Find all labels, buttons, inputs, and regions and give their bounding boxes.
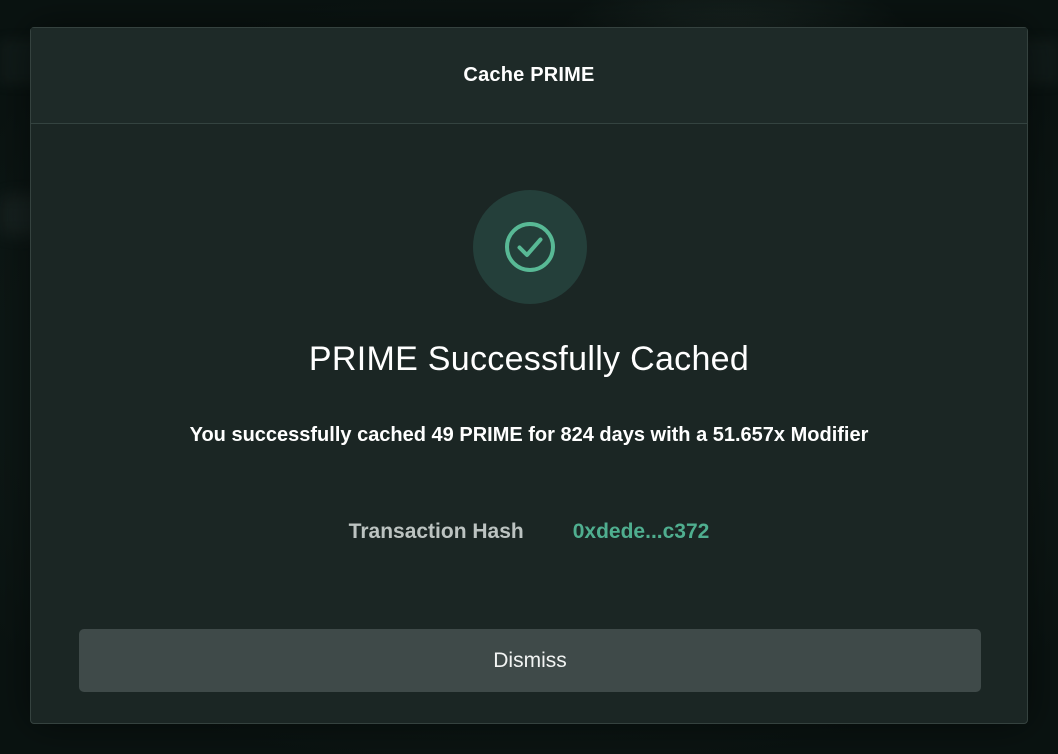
transaction-hash-label: Transaction Hash — [348, 520, 524, 543]
modal-header: Cache PRIME — [31, 28, 1027, 124]
dismiss-button[interactable]: Dismiss — [79, 629, 981, 692]
transaction-hash-link[interactable]: 0xdede...c372 — [573, 520, 710, 544]
success-heading: PRIME Successfully Cached — [308, 340, 750, 378]
modal-title: Cache PRIME — [463, 64, 595, 86]
check-circle-icon — [505, 222, 555, 272]
success-message: You successfully cached 49 PRIME for 824… — [189, 424, 869, 446]
cache-success-modal: Cache PRIME PRIME Successfully Cached Yo… — [30, 27, 1028, 724]
transaction-row: Transaction Hash 0xdede...c372 — [31, 520, 1027, 544]
success-badge — [473, 190, 587, 304]
